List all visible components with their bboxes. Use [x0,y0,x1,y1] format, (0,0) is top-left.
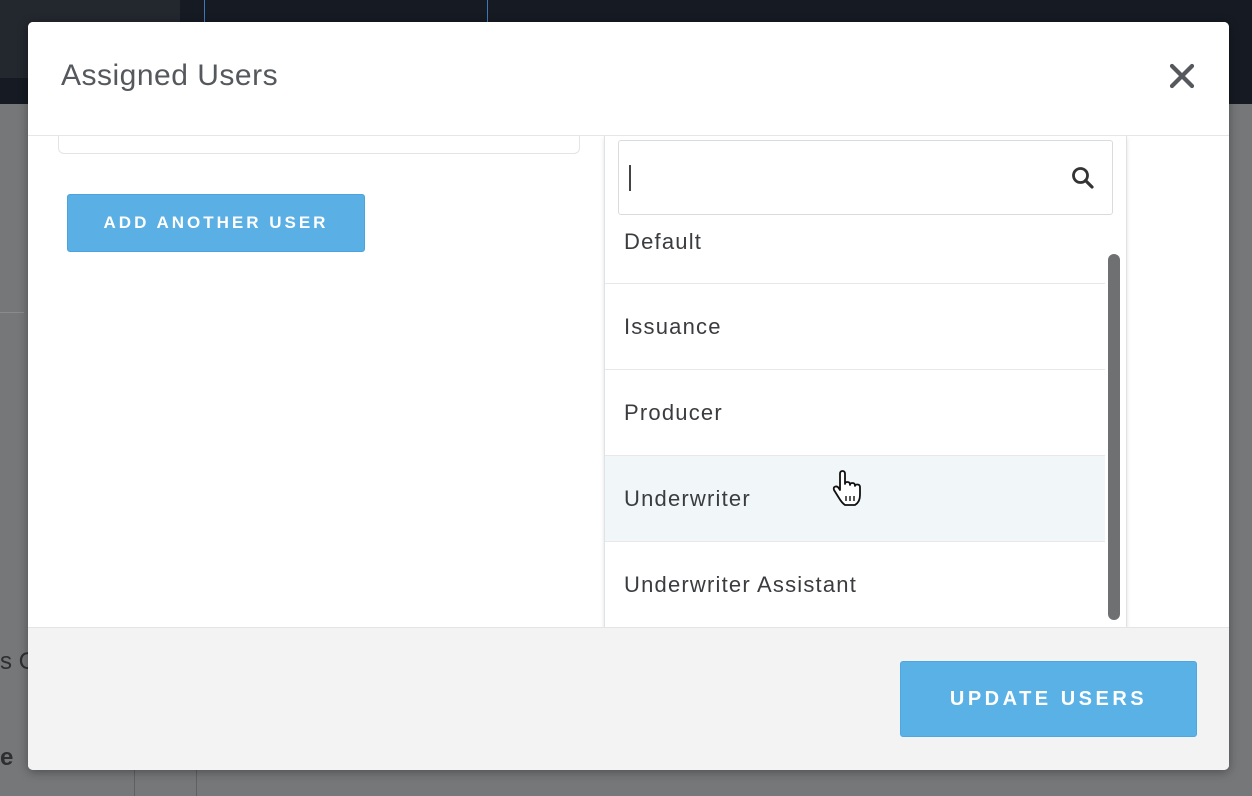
modal-body: ADD ANOTHER USER Default Issuance Produc… [28,126,1229,628]
search-icon[interactable] [1070,165,1096,191]
close-icon[interactable] [1166,60,1198,92]
background-divider [204,0,205,22]
modal-title: Assigned Users [61,59,279,92]
dropdown-search-input[interactable] [627,141,1067,214]
modal-header: Assigned Users [28,22,1229,136]
dropdown-scrollbar[interactable] [1108,254,1120,622]
assigned-users-modal: Assigned Users ADD ANOTHER USER Default … [28,22,1229,770]
dropdown-options-list: Default Issuance Producer Underwriter Un… [605,215,1105,627]
dropdown-option-default[interactable]: Default [605,215,1105,284]
text-caret [629,165,631,191]
role-dropdown: Default Issuance Producer Underwriter Un… [604,136,1127,628]
modal-footer: UPDATE USERS [28,627,1229,770]
option-label: Producer [624,399,723,425]
background-divider [196,770,197,796]
background-divider [487,0,488,22]
dropdown-search-box[interactable] [618,140,1113,215]
hand-cursor-icon [831,470,865,508]
dropdown-option-issuance[interactable]: Issuance [605,284,1105,370]
option-label: Underwriter [624,485,751,511]
option-label: Issuance [624,313,722,339]
background-partial-text: e [0,744,14,771]
background-rule [0,312,24,313]
option-label: Underwriter Assistant [624,572,858,597]
scrollbar-thumb[interactable] [1108,254,1120,620]
dropdown-option-underwriter-assistant[interactable]: Underwriter Assistant [605,542,1105,627]
option-label: Default [624,229,703,254]
background-divider [134,770,135,796]
dropdown-option-producer[interactable]: Producer [605,370,1105,456]
update-users-button[interactable]: UPDATE USERS [900,661,1197,737]
add-another-user-button[interactable]: ADD ANOTHER USER [67,194,365,252]
